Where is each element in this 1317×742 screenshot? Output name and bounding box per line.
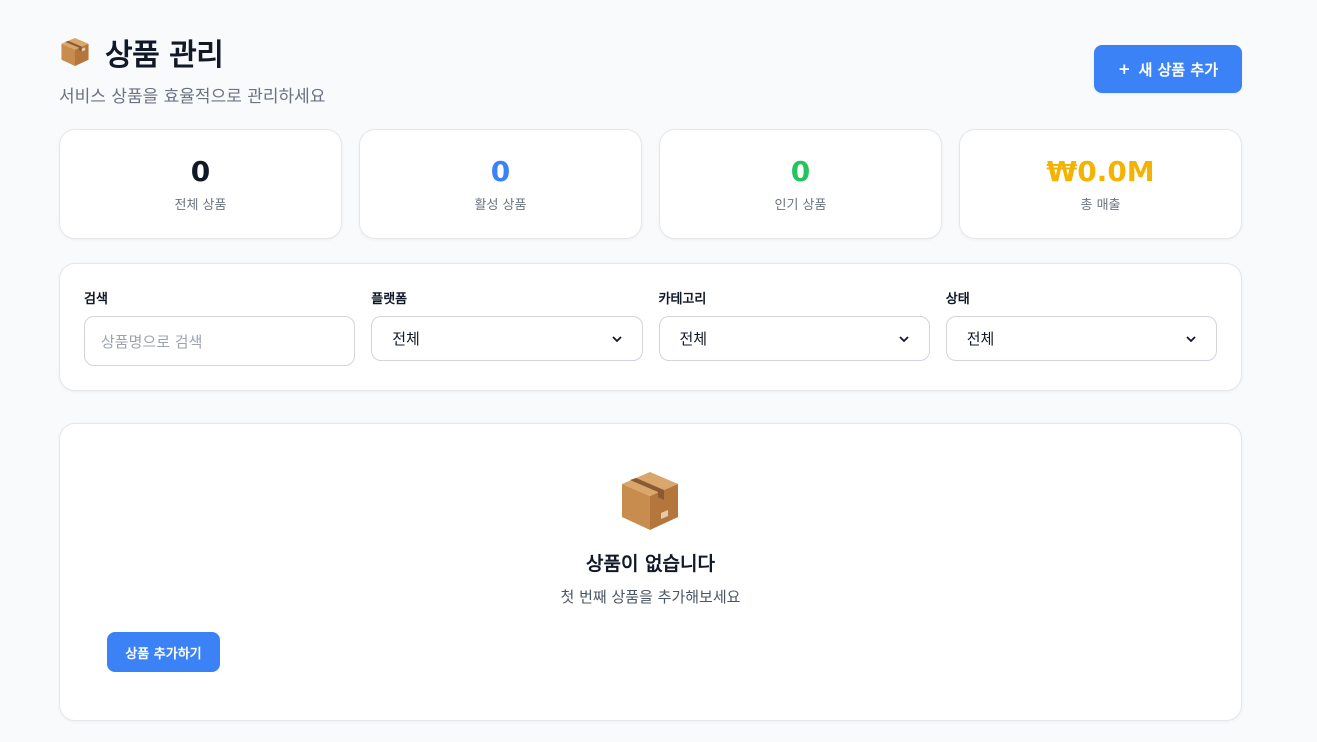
stat-card-popular: 0 인기 상품	[659, 129, 942, 239]
stat-card-total: 0 전체 상품	[59, 129, 342, 239]
category-select[interactable]: 전체	[658, 316, 930, 361]
title-row: 상품 관리	[59, 30, 1242, 74]
filter-platform: 플랫폼 전체	[371, 288, 643, 390]
filter-search: 검색 상품명으로 검색	[84, 288, 356, 390]
filter-status: 상태 전체	[945, 288, 1217, 390]
page-header: 상품 관리 서비스 상품을 효율적으로 관리하세요 + 새 상품 추가	[59, 30, 1242, 107]
stat-value-total: 0	[190, 155, 211, 188]
status-select[interactable]: 전체	[945, 316, 1217, 361]
plus-icon: +	[1117, 60, 1131, 78]
chevron-down-icon	[1186, 335, 1196, 342]
stat-label-revenue: 총 매출	[1080, 198, 1121, 213]
platform-select-value: 전체	[392, 330, 420, 348]
stat-card-revenue: ₩0.0M 총 매출	[959, 129, 1242, 239]
add-product-empty-button[interactable]: 상품 추가하기	[107, 632, 220, 672]
status-label: 상태	[945, 292, 970, 307]
package-icon	[59, 37, 91, 67]
search-label: 검색	[84, 292, 108, 307]
empty-state-panel: 상품이 없습니다 첫 번째 상품을 추가해보세요 상품 추가하기	[59, 423, 1242, 721]
category-label: 카테고리	[658, 292, 707, 307]
chevron-down-icon	[899, 335, 909, 342]
empty-state-description: 첫 번째 상품을 추가해보세요	[560, 588, 741, 606]
stats-row: 0 전체 상품 0 활성 상품 0 인기 상품 ₩0.0M 총 매출	[59, 129, 1242, 239]
filter-panel: 검색 상품명으로 검색 플랫폼 전체 카테고리 전체 상태 전체	[59, 263, 1242, 391]
page-subtitle: 서비스 상품을 효율적으로 관리하세요	[59, 87, 326, 107]
platform-label: 플랫폼	[371, 292, 408, 307]
stat-value-popular: 0	[790, 155, 811, 188]
filter-category: 카테고리 전체	[658, 288, 930, 390]
search-input[interactable]: 상품명으로 검색	[84, 316, 356, 366]
empty-state-title: 상품이 없습니다	[586, 553, 715, 575]
stat-label-total: 전체 상품	[174, 198, 227, 213]
page-title: 상품 관리	[105, 38, 224, 73]
add-product-button-label: 새 상품 추가	[1138, 60, 1219, 79]
chevron-down-icon	[611, 335, 622, 342]
stat-value-active: 0	[490, 155, 511, 188]
platform-select[interactable]: 전체	[371, 316, 643, 361]
status-select-value: 전체	[966, 330, 995, 348]
package-icon	[620, 470, 680, 532]
stat-label-active: 활성 상품	[474, 198, 527, 213]
add-product-button[interactable]: + 새 상품 추가	[1094, 45, 1242, 93]
stat-card-active: 0 활성 상품	[359, 129, 642, 239]
category-select-value: 전체	[679, 330, 708, 348]
stat-value-revenue: ₩0.0M	[1046, 155, 1155, 188]
stat-label-popular: 인기 상품	[774, 198, 827, 213]
